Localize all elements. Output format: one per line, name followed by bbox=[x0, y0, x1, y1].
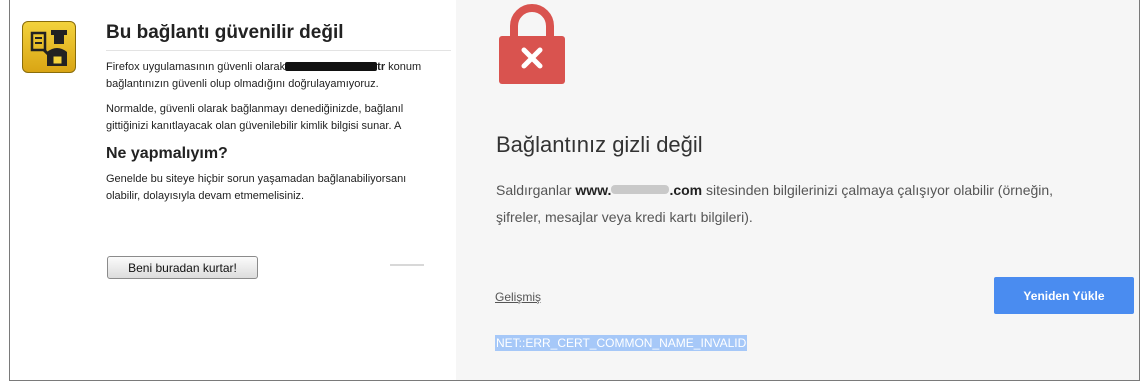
domain-prefix: www. bbox=[575, 182, 612, 198]
get-me-out-button[interactable]: Beni buradan kurtar! bbox=[107, 256, 258, 279]
explanation-text: gittiğinizi kanıtlayacak olan güvenilebi… bbox=[106, 120, 402, 132]
firefox-warning-content: Bu bağlantı güvenilir değil Firefox uygu… bbox=[106, 22, 456, 205]
error-code: NET::ERR_CERT_COMMON_NAME_INVALID bbox=[495, 335, 748, 351]
description-text: Saldırganlar bbox=[496, 182, 572, 198]
page-title: Bu bağlantı güvenilir değil bbox=[106, 22, 451, 51]
warning-text: Firefox uygulamasının güvenli olarak bbox=[106, 61, 286, 73]
police-officer-icon bbox=[22, 21, 76, 73]
redacted-domain bbox=[285, 62, 378, 71]
section-heading: Ne yapmalıyım? bbox=[106, 145, 228, 162]
firefox-warning-panel: Bu bağlantı güvenilir değil Firefox uygu… bbox=[10, 0, 456, 380]
warning-description: Saldırganlar www. .com sitesinden bilgile… bbox=[496, 177, 1136, 231]
lock-error-icon bbox=[499, 4, 565, 89]
warning-paragraph: Firefox uygulamasının güvenli olarak tr k… bbox=[106, 59, 456, 93]
screenshot-frame: Bu bağlantı güvenilir değil Firefox uygu… bbox=[9, 0, 1140, 381]
explanation-text: Normalde, güvenli olarak bağlanmayı dene… bbox=[106, 103, 404, 115]
advice-paragraph: Genelde bu siteye hiçbir sorun yaşamadan… bbox=[106, 171, 456, 205]
site-domain: www. .com bbox=[575, 182, 702, 198]
domain-suffix: tr bbox=[377, 61, 386, 73]
redacted-domain bbox=[611, 185, 670, 194]
warning-text: bağlantınızın güvenli olup olmadığını do… bbox=[106, 78, 379, 90]
advice-text: olabilir, dolayısıyla devam etmemelisini… bbox=[106, 190, 305, 202]
warning-text: konum bbox=[388, 61, 422, 73]
explanation-paragraph: Normalde, güvenli olarak bağlanmayı dene… bbox=[106, 101, 456, 135]
description-text: sitesinden bilgilerinizi çalmaya çalışıy… bbox=[706, 182, 1054, 198]
advanced-link[interactable]: Gelişmiş bbox=[495, 290, 541, 304]
chrome-warning-panel: Bağlantınız gizli değil Saldırganlar www… bbox=[456, 0, 1139, 380]
description-text: şifreler, mesajlar veya kredi kartı bilg… bbox=[496, 209, 753, 225]
divider bbox=[390, 264, 424, 266]
reload-button[interactable]: Yeniden Yükle bbox=[994, 277, 1134, 314]
advice-text: Genelde bu siteye hiçbir sorun yaşamadan… bbox=[106, 173, 407, 185]
domain-tld: .com bbox=[669, 182, 703, 198]
page-title: Bağlantınız gizli değil bbox=[496, 132, 703, 157]
